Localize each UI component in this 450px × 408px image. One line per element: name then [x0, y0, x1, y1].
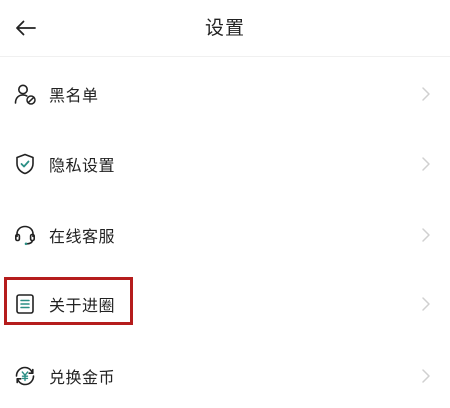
chevron-right-icon	[420, 368, 432, 384]
page-title: 设置	[204, 17, 245, 39]
chevron-right-icon	[420, 296, 432, 312]
menu-item-blacklist[interactable]: 黑名单	[0, 62, 450, 126]
chevron-right-icon	[420, 227, 432, 243]
menu-item-privacy[interactable]: 隐私设置	[0, 132, 450, 196]
chevron-right-icon	[420, 156, 432, 172]
chevron-right-icon	[420, 86, 432, 102]
menu-item-label: 黑名单	[49, 86, 99, 105]
menu-item-exchange-coins[interactable]: 兑换金币	[0, 344, 450, 408]
menu-item-label: 兑换金币	[49, 368, 116, 387]
user-block-icon	[13, 82, 37, 106]
top-bar: 设置	[0, 0, 450, 57]
shield-check-icon	[13, 152, 37, 176]
menu-item-label: 在线客服	[49, 227, 116, 246]
document-icon	[13, 292, 37, 316]
headset-icon	[13, 223, 37, 247]
menu-item-label: 隐私设置	[49, 156, 116, 175]
coin-exchange-icon	[13, 364, 37, 388]
menu-item-about[interactable]: 关于进圈	[0, 272, 450, 336]
menu-item-label: 关于进圈	[49, 296, 116, 315]
menu-item-customer-service[interactable]: 在线客服	[0, 203, 450, 267]
